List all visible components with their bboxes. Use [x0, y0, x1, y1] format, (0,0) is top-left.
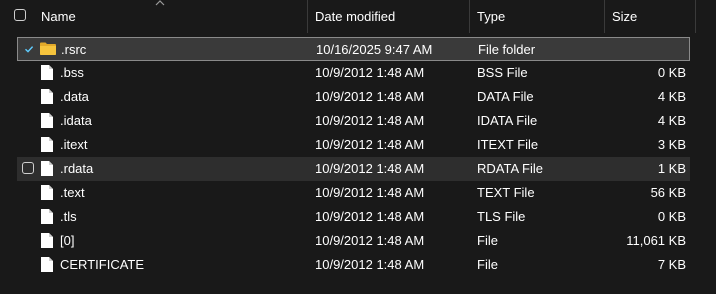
file-name: .idata: [60, 113, 92, 128]
file-icon: [40, 112, 54, 129]
file-size: 56 KB: [650, 185, 686, 200]
file-size: 4 KB: [657, 89, 686, 104]
file-date-modified: 10/9/2012 1:48 AM: [315, 137, 425, 152]
file-name: .rsrc: [61, 42, 87, 57]
file-name: .itext: [60, 137, 88, 152]
file-size: 0 KB: [657, 209, 686, 224]
file-row[interactable]: .itext 10/9/2012 1:48 AM ITEXT File 3 KB: [17, 133, 690, 157]
file-icon: [40, 208, 54, 225]
file-date-modified: 10/9/2012 1:48 AM: [315, 209, 425, 224]
file-size: 1 KB: [657, 161, 686, 176]
file-row[interactable]: .rsrc 10/16/2025 9:47 AM File folder: [17, 37, 690, 61]
file-name: .tls: [60, 209, 77, 224]
folder-icon: [39, 41, 57, 56]
column-divider[interactable]: [695, 0, 696, 33]
column-header-type[interactable]: Type: [477, 0, 505, 33]
file-row[interactable]: .data 10/9/2012 1:48 AM DATA File 4 KB: [17, 85, 690, 109]
file-date-modified: 10/9/2012 1:48 AM: [315, 161, 425, 176]
column-divider[interactable]: [469, 0, 470, 33]
file-name: .text: [60, 185, 85, 200]
file-icon: [40, 256, 54, 273]
select-all-checkbox[interactable]: [14, 9, 26, 21]
file-type: File: [477, 233, 498, 248]
file-icon: [40, 136, 54, 153]
column-header-size[interactable]: Size: [612, 0, 637, 33]
file-date-modified: 10/9/2012 1:48 AM: [315, 257, 425, 272]
file-type: TEXT File: [477, 185, 535, 200]
file-row[interactable]: .bss 10/9/2012 1:48 AM BSS File 0 KB: [17, 61, 690, 85]
file-name: CERTIFICATE: [60, 257, 145, 272]
file-size: 11,061 KB: [626, 233, 686, 248]
file-type: File: [477, 257, 498, 272]
file-name: .data: [60, 89, 89, 104]
file-size: 4 KB: [657, 113, 686, 128]
checkmark-icon: [25, 46, 34, 53]
file-date-modified: 10/9/2012 1:48 AM: [315, 65, 425, 80]
column-divider[interactable]: [604, 0, 605, 33]
file-type: IDATA File: [477, 113, 538, 128]
file-row[interactable]: CERTIFICATE 10/9/2012 1:48 AM File 7 KB: [17, 253, 690, 277]
file-icon: [40, 232, 54, 249]
file-row[interactable]: .rdata 10/9/2012 1:48 AM RDATA File 1 KB: [17, 157, 690, 181]
file-row[interactable]: [0] 10/9/2012 1:48 AM File 11,061 KB: [17, 229, 690, 253]
file-date-modified: 10/9/2012 1:48 AM: [315, 89, 425, 104]
file-name: .bss: [60, 65, 84, 80]
file-list-view: Name Date modified Type Size .rsrc 10/16/…: [0, 0, 716, 294]
file-icon: [40, 160, 54, 177]
file-date-modified: 10/9/2012 1:48 AM: [315, 113, 425, 128]
file-size: 7 KB: [657, 257, 686, 272]
file-size: 0 KB: [657, 65, 686, 80]
row-checkbox[interactable]: [23, 43, 35, 55]
column-header-bar: Name Date modified Type Size: [0, 0, 716, 33]
column-header-date-modified[interactable]: Date modified: [315, 0, 395, 33]
column-header-name[interactable]: Name: [41, 0, 76, 33]
row-checkbox[interactable]: [22, 162, 34, 174]
file-type: TLS File: [477, 209, 526, 224]
file-icon: [40, 64, 54, 81]
sort-ascending-icon: [155, 0, 165, 6]
file-icon: [40, 184, 54, 201]
file-date-modified: 10/16/2025 9:47 AM: [316, 42, 433, 57]
file-type: BSS File: [477, 65, 528, 80]
file-date-modified: 10/9/2012 1:48 AM: [315, 233, 425, 248]
column-divider[interactable]: [307, 0, 308, 33]
file-row[interactable]: .tls 10/9/2012 1:48 AM TLS File 0 KB: [17, 205, 690, 229]
file-date-modified: 10/9/2012 1:48 AM: [315, 185, 425, 200]
file-type: DATA File: [477, 89, 534, 104]
file-type: RDATA File: [477, 161, 543, 176]
file-type: File folder: [478, 42, 536, 57]
file-name: .rdata: [60, 161, 94, 176]
file-type: ITEXT File: [477, 137, 539, 152]
file-row[interactable]: .idata 10/9/2012 1:48 AM IDATA File 4 KB: [17, 109, 690, 133]
file-name: [0]: [60, 233, 75, 248]
file-icon: [40, 88, 54, 105]
file-row[interactable]: .text 10/9/2012 1:48 AM TEXT File 56 KB: [17, 181, 690, 205]
file-size: 3 KB: [657, 137, 686, 152]
